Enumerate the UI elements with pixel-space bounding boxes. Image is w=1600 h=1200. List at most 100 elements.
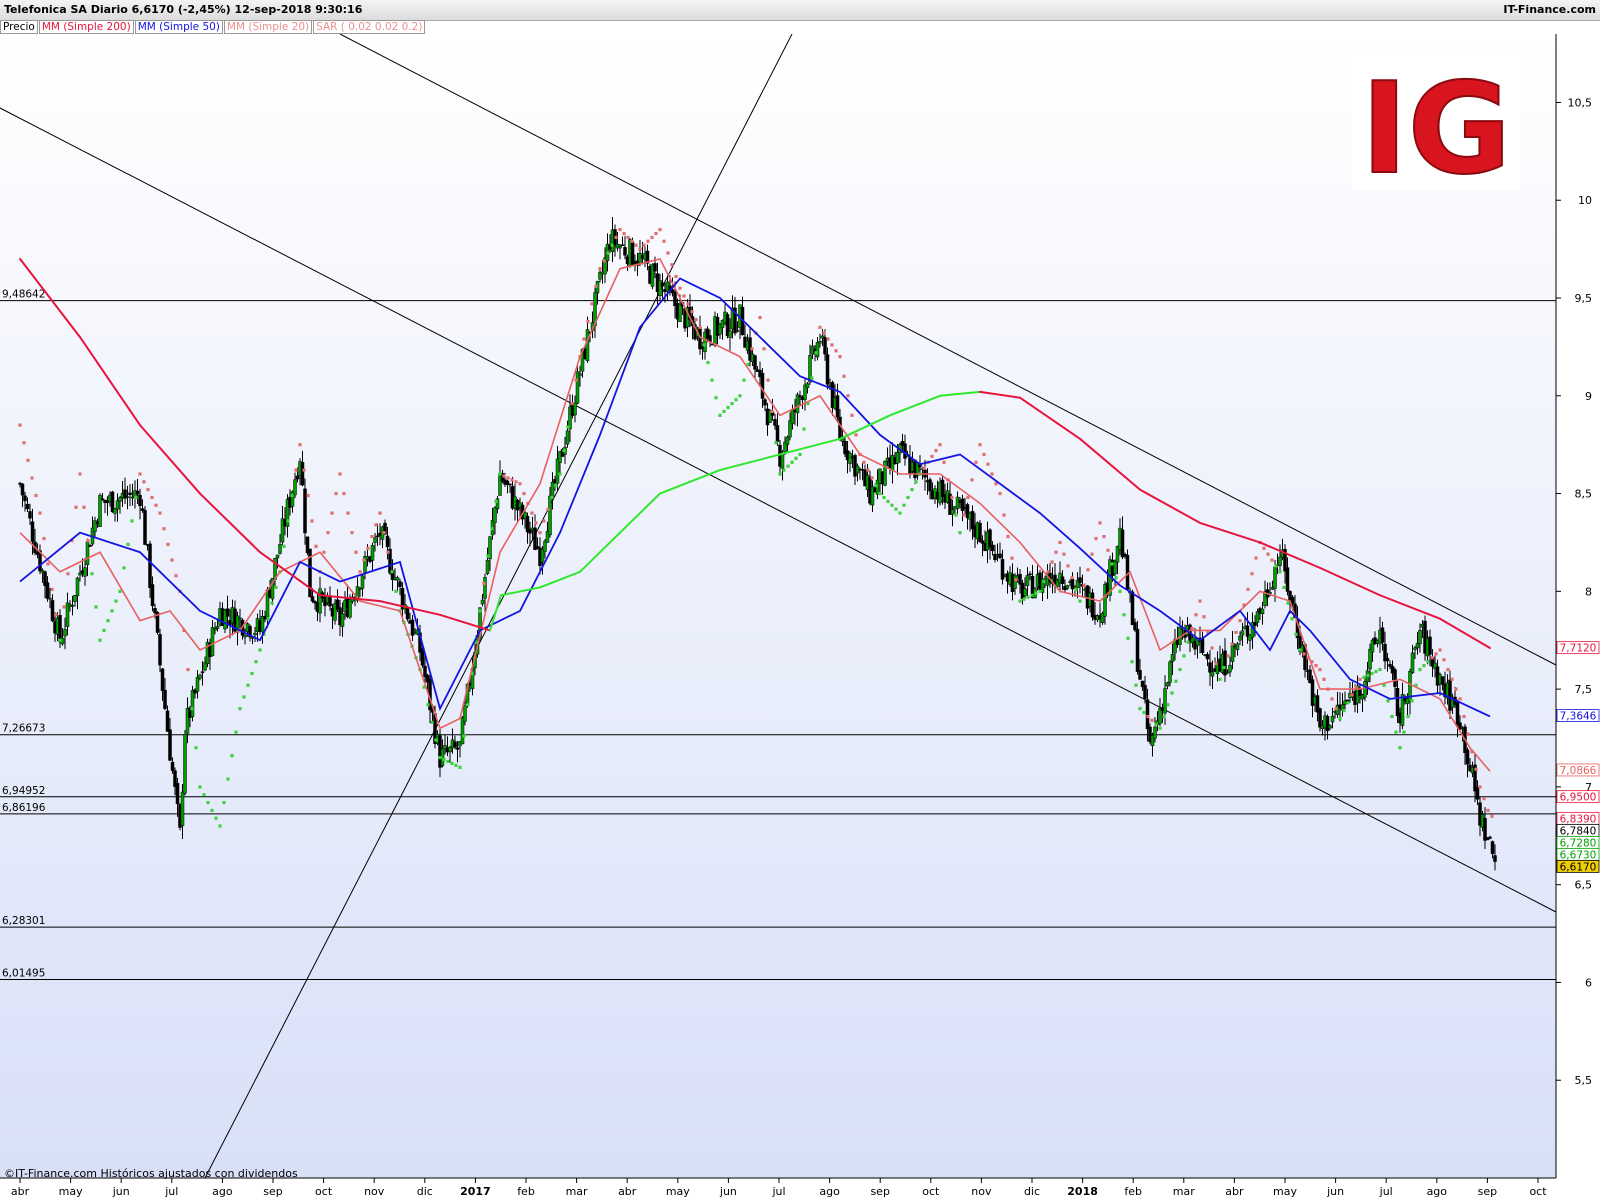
y-tick-label: 9 [1585, 390, 1592, 403]
sar-dot [1050, 560, 1054, 564]
candle-body [775, 425, 780, 442]
sar-dot [302, 468, 306, 472]
sar-dot [1078, 599, 1082, 603]
sar-dot [942, 460, 946, 464]
legend-sma200[interactable]: MM (Simple 200) [38, 20, 134, 34]
candle-body [623, 247, 627, 256]
sar-dot [554, 484, 558, 488]
sar-dot [910, 488, 914, 492]
candle-body [1238, 635, 1242, 641]
candle-body [1208, 662, 1212, 673]
sar-dot [650, 235, 654, 239]
x-tick-label: oct [1529, 1185, 1547, 1198]
legend-sar[interactable]: SAR ( 0.02 0.02 0.2) [313, 20, 426, 34]
sar-dot [906, 495, 910, 500]
sar-dot [1458, 697, 1462, 701]
sar-dot [1150, 718, 1154, 722]
candle-body [328, 596, 332, 607]
x-tick-label: sep [870, 1185, 889, 1198]
sar-dot [1006, 534, 1010, 539]
x-tick-label: mar [566, 1185, 588, 1198]
sar-dot [1202, 615, 1206, 619]
sar-dot [138, 472, 142, 476]
sar-dot [1154, 722, 1158, 726]
sar-dot [226, 777, 230, 781]
sar-dot [894, 507, 898, 511]
sar-dot [194, 746, 198, 750]
sar-dot [1266, 552, 1270, 556]
sar-dot [1406, 714, 1410, 719]
candle-body [823, 337, 827, 355]
candle-body [785, 436, 790, 445]
sar-dot [1334, 707, 1338, 711]
sar-dot [638, 247, 642, 251]
candle-body [190, 690, 195, 717]
legend-price[interactable]: Precio [0, 20, 38, 34]
legend-sma50[interactable]: MM (Simple 50) [134, 20, 223, 34]
sar-dot [798, 452, 802, 457]
sar-dot [450, 761, 454, 766]
sar-dot [134, 495, 138, 500]
level-label: 6,01495 [2, 968, 45, 980]
candle-body [1345, 699, 1350, 702]
sar-dot [594, 284, 598, 288]
y-tick-label: 9,5 [1575, 292, 1593, 305]
sar-dot [1110, 562, 1114, 566]
sar-dot [1090, 552, 1094, 556]
candle-body [1290, 596, 1295, 604]
candle-body [835, 395, 840, 418]
candle-body [1078, 577, 1082, 584]
sar-dot [1162, 714, 1166, 719]
candle-body [63, 629, 67, 637]
sar-dot [826, 337, 830, 341]
sar-dot [1386, 699, 1390, 703]
sar-dot [298, 443, 302, 447]
sar-dot [1442, 658, 1446, 662]
sar-dot [1374, 669, 1378, 674]
sar-dot [30, 476, 34, 480]
sar-dot [482, 581, 486, 586]
sar-dot [254, 660, 258, 664]
sar-dot [862, 460, 866, 464]
sar-dot [1478, 785, 1482, 789]
x-tick-label: 2018 [1067, 1185, 1098, 1198]
candle-body [370, 545, 375, 561]
sar-dot [1182, 654, 1186, 658]
sar-dot [1062, 552, 1066, 556]
x-tick-label: 2017 [460, 1185, 491, 1198]
candle-body [83, 567, 87, 577]
sar-dot [1394, 730, 1398, 734]
candle-body [485, 559, 490, 574]
sar-dot [146, 488, 150, 492]
legend-sma20[interactable]: MM (Simple 20) [223, 20, 313, 34]
sar-dot [574, 378, 578, 382]
candle-body [1285, 567, 1290, 592]
x-tick-label: nov [971, 1185, 992, 1198]
candle-body [1455, 701, 1460, 726]
footer-note: ©IT-Finance.com Históricos ajustados con… [4, 1167, 298, 1180]
sar-dot [1238, 619, 1242, 623]
sar-dot [1066, 564, 1070, 568]
sar-dot [1338, 716, 1342, 721]
candle-body [385, 535, 390, 548]
y-tick-label: 5,5 [1575, 1074, 1593, 1087]
candle-body [463, 705, 467, 722]
sar-dot [1054, 550, 1058, 554]
x-tick-label: oct [315, 1185, 333, 1198]
price-chart[interactable]: 9,48642 7,26673 6,94952 6,86196 6,28301 6,014… [0, 34, 1600, 1200]
sar-dot [870, 476, 874, 480]
sar-dot [102, 628, 106, 633]
price-tag-label: 7,7120 [1560, 643, 1597, 655]
sar-dot [110, 609, 114, 613]
candle-body [480, 599, 485, 605]
candle-body [660, 282, 665, 287]
sar-dot [630, 239, 634, 243]
sar-dot [486, 554, 490, 558]
x-tick-label: abr [11, 1185, 30, 1198]
x-tick-label: nov [364, 1185, 385, 1198]
candle-body [20, 483, 25, 496]
sar-dot [1198, 599, 1202, 603]
candle-body [195, 677, 200, 692]
sar-dot [738, 394, 742, 398]
sar-dot [626, 235, 630, 239]
